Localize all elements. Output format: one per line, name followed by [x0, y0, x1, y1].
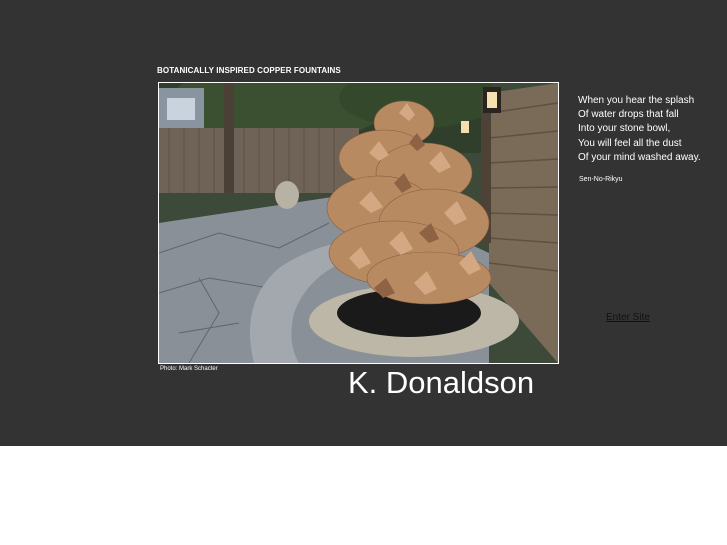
fountain-photo-illustration — [159, 83, 558, 363]
poem-line: Of water drops that fall — [578, 109, 679, 121]
poem: When you hear the splash Of water drops … — [578, 94, 701, 165]
artist-name: K. Donaldson — [348, 365, 535, 400]
enter-site-link[interactable]: Enter Site — [606, 312, 650, 323]
poem-line: When you hear the splash — [578, 95, 695, 106]
splash-panel: BOTANICALLY INSPIRED COPPER FOUNTAINS Ph… — [0, 0, 727, 446]
photo-credit: Photo: Mark Schacter — [160, 366, 218, 372]
page-heading: BOTANICALLY INSPIRED COPPER FOUNTAINS — [157, 66, 341, 75]
poem-line: Into your stone bowl, — [578, 123, 671, 135]
poem-author: Sen-No-Rikyu — [579, 176, 623, 183]
poem-line: Of your mind washed away. — [578, 151, 701, 163]
fountain-photo — [158, 82, 559, 364]
poem-line: You will feel all the dust — [578, 137, 682, 149]
